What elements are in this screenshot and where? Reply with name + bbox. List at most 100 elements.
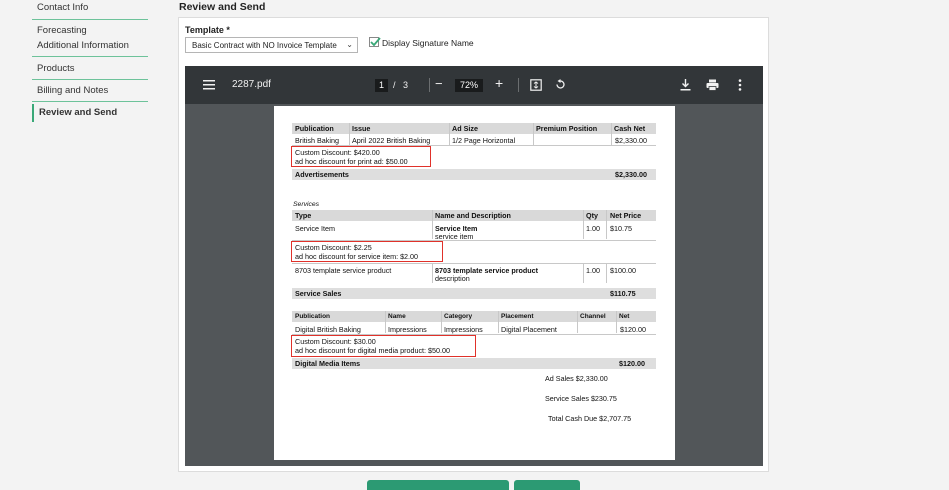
sidebar-item-label: Products: [37, 63, 75, 74]
divider: [32, 101, 148, 102]
column-header: Publication: [295, 124, 334, 133]
discount-highlight: [291, 241, 443, 262]
column-header: Placement: [501, 313, 534, 320]
divider: [32, 56, 148, 57]
table-total-label: Digital Media Items: [295, 359, 361, 368]
ad-sales-summary: Ad Sales $2,330.00: [545, 374, 608, 383]
column-header: Type: [295, 211, 312, 220]
divider: [349, 123, 350, 145]
divider: [533, 123, 534, 145]
check-icon: [370, 37, 381, 47]
total-cash-due: Total Cash Due $2,707.75: [548, 414, 632, 423]
sidebar-item-label: Billing and Notes: [37, 85, 109, 96]
pdf-toolbar: 2287.pdf 1 / 3 − 72% +: [185, 66, 763, 104]
divider: [441, 311, 442, 333]
rotate-icon[interactable]: [554, 78, 567, 91]
secondary-action-button[interactable]: [514, 480, 580, 490]
zoom-level[interactable]: 72%: [455, 79, 483, 92]
zoom-in-button[interactable]: +: [495, 75, 503, 91]
divider: [429, 78, 430, 92]
template-label: Template *: [185, 25, 230, 35]
more-options-icon[interactable]: [738, 79, 742, 91]
table-total-label: Service Sales: [295, 289, 342, 298]
divider: [432, 263, 433, 283]
column-header: Premium Position: [536, 124, 598, 133]
column-header: Net: [619, 313, 630, 320]
divider: [432, 210, 433, 239]
table-cell: 1.00: [586, 266, 600, 275]
services-table-footer: [292, 288, 656, 299]
column-header: Channel: [580, 313, 606, 320]
table-cell: Digital British Baking: [295, 325, 361, 334]
table-total: $110.75: [610, 289, 636, 298]
table-cell: $100.00: [610, 266, 636, 275]
column-header: Publication: [295, 313, 331, 320]
column-header: Name and Description: [435, 211, 511, 220]
table-cell: Impressions: [388, 325, 427, 334]
table-total: $120.00: [619, 359, 645, 368]
divider: [606, 210, 607, 239]
divider: [583, 210, 584, 239]
print-icon[interactable]: [706, 79, 719, 91]
sidebar-item-contact-info[interactable]: Contact Info: [32, 2, 148, 20]
column-header: Name: [388, 313, 406, 320]
section-title: Services: [293, 201, 320, 208]
table-cell: 8703 template service product: [295, 266, 392, 275]
discount-highlight: [291, 335, 476, 357]
divider: [616, 311, 617, 333]
table-cell: British Baking: [295, 136, 339, 145]
table-cell: description: [435, 274, 470, 283]
page-number-input[interactable]: 1: [375, 79, 388, 92]
table-cell: April 2022 British Baking: [352, 136, 431, 145]
column-header: Ad Size: [452, 124, 478, 133]
sidebar-item-label: Contact Info: [37, 2, 89, 13]
template-select-value: Basic Contract with NO Invoice Template: [192, 41, 337, 50]
sidebar-item-billing-and-notes[interactable]: Billing and Notes: [32, 85, 148, 102]
table-cell: $2,330.00: [615, 136, 647, 145]
divider: [611, 123, 612, 145]
page-title: Review and Send: [179, 1, 266, 13]
fit-page-icon[interactable]: [530, 79, 542, 91]
column-header: Category: [444, 313, 473, 320]
divider: [498, 311, 499, 333]
column-header: Issue: [352, 124, 371, 133]
column-header: Net Price: [610, 211, 642, 220]
divider: [292, 263, 656, 264]
pdf-viewer: 2287.pdf 1 / 3 − 72% + Publication Issue…: [185, 66, 763, 466]
table-cell: 1/2 Page Horizontal: [452, 136, 516, 145]
divider: [32, 79, 148, 80]
display-signature-checkbox[interactable]: [369, 37, 381, 47]
template-select[interactable]: Basic Contract with NO Invoice Template …: [185, 37, 358, 53]
divider: [577, 311, 578, 333]
column-header: Qty: [586, 211, 598, 220]
sidebar-item-products[interactable]: Products: [32, 63, 148, 80]
column-header: Cash Net: [614, 124, 646, 133]
primary-action-button[interactable]: [367, 480, 509, 490]
zoom-out-button[interactable]: −: [435, 76, 443, 91]
sidebar: Contact Info Forecasting Additional Info…: [0, 0, 150, 485]
divider: [518, 78, 519, 92]
sidebar-item-review-and-send[interactable]: Review and Send: [32, 104, 148, 122]
divider: [385, 311, 386, 333]
sidebar-item-label: Forecasting: [37, 25, 87, 36]
table-total-label: Advertisements: [295, 170, 349, 179]
table-total: $2,330.00: [615, 170, 647, 179]
pdf-filename: 2287.pdf: [232, 79, 271, 90]
discount-highlight: [291, 146, 431, 167]
table-cell: Digital Placement: [501, 325, 557, 334]
sidebar-item-label: Additional Information: [37, 40, 129, 51]
menu-icon[interactable]: [203, 80, 215, 90]
divider: [606, 263, 607, 283]
total-pages: 3: [403, 80, 409, 90]
chevron-down-icon: ⌄: [346, 40, 353, 49]
table-cell: $10.75: [610, 224, 632, 233]
service-sales-summary: Service Sales $230.75: [545, 394, 617, 403]
table-cell: $120.00: [620, 325, 646, 334]
pdf-page: Publication Issue Ad Size Premium Positi…: [274, 106, 675, 460]
sidebar-item-forecasting[interactable]: Forecasting Additional Information: [32, 25, 148, 57]
divider: [32, 19, 148, 20]
display-signature-label: Display Signature Name: [382, 38, 474, 48]
table-cell: 1.00: [586, 224, 600, 233]
page-separator: /: [393, 80, 396, 90]
download-icon[interactable]: [680, 79, 691, 91]
